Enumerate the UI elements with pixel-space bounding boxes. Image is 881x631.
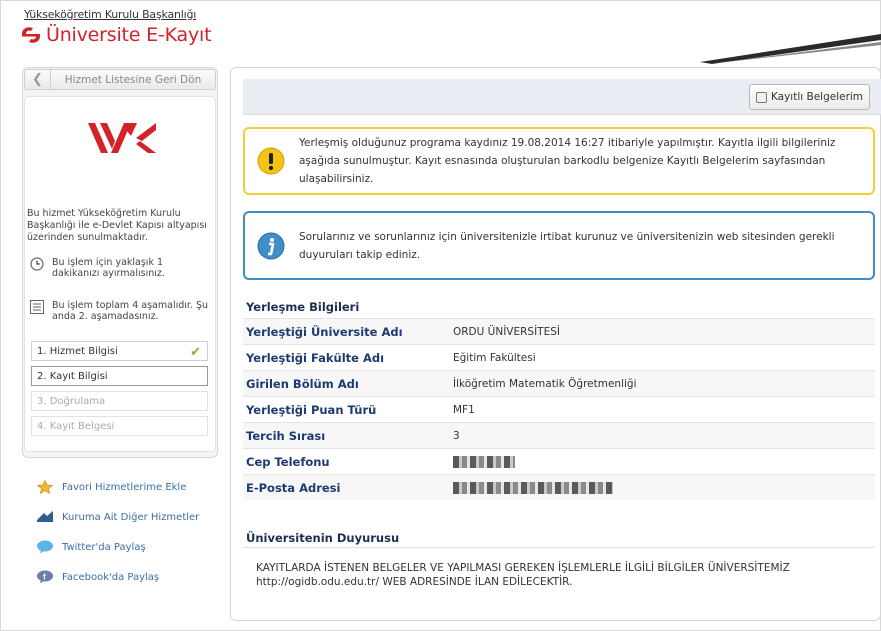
duration-info-text: Bu işlem için yaklaşık 1 dakikanızı ayır… xyxy=(52,257,165,279)
table-row: Yerleştiği Puan Türü MF1 xyxy=(243,396,875,422)
info-alert-text: Sorularınız ve sorunlarınız için ünivers… xyxy=(299,230,835,261)
row-label: Tercih Sırası xyxy=(246,428,326,443)
row-value: 3 xyxy=(453,429,460,442)
twitter-share-label: Twitter'da Paylaş xyxy=(62,541,146,553)
info-icon xyxy=(257,232,285,259)
yok-logo xyxy=(88,123,156,153)
facebook-share-link[interactable]: f Facebook'da Paylaş xyxy=(36,570,199,584)
app-title: Üniversite E-Kayıt xyxy=(46,24,212,46)
steps-info-text: Bu işlem toplam 4 aşamalıdır. Şu anda 2.… xyxy=(52,300,209,322)
row-label: Yerleştiği Üniversite Adı xyxy=(246,324,403,339)
steps-info: Bu işlem toplam 4 aşamalıdır. Şu anda 2.… xyxy=(30,300,210,322)
warning-alert-text: Yerleşmiş olduğunuz programa kaydınız 19… xyxy=(299,137,836,185)
row-value: İlköğretim Matematik Öğretmenliği xyxy=(453,377,637,390)
row-label: E-Posta Adresi xyxy=(246,480,341,495)
table-row: E-Posta Adresi xyxy=(243,474,875,500)
other-services-label: Kuruma Ait Diğer Hizmetler xyxy=(62,511,200,523)
back-button-label: Hizmet Listesine Geri Dön xyxy=(64,73,202,86)
star-icon xyxy=(36,480,54,494)
facebook-share-label: Facebook'da Paylaş xyxy=(62,571,160,583)
redacted-phone xyxy=(453,455,515,468)
info-alert: Sorularınız ve sorunlarınız için ünivers… xyxy=(243,211,875,280)
announcement-divider xyxy=(243,547,875,548)
table-row: Girilen Bölüm Adı İlköğretim Matematik Ö… xyxy=(243,370,875,396)
document-icon xyxy=(755,91,767,103)
row-label: Yerleştiği Puan Türü xyxy=(246,402,377,417)
list-icon xyxy=(30,300,44,314)
twitter-share-link[interactable]: Twitter'da Paylaş xyxy=(36,540,199,554)
duration-info: Bu işlem için yaklaşık 1 dakikanızı ayır… xyxy=(30,257,210,279)
announcement-text: KAYITLARDA İSTENEN BELGELER VE YAPILMASI… xyxy=(256,562,790,588)
placement-section-title: Yerleşme Bilgileri xyxy=(246,300,360,314)
arrow-icon xyxy=(37,511,53,522)
table-row: Cep Telefonu xyxy=(243,448,875,474)
svg-text:f: f xyxy=(43,573,46,582)
warning-alert: Yerleşmiş olduğunuz programa kaydınız 19… xyxy=(243,127,875,195)
table-row: Tercih Sırası 3 xyxy=(243,422,875,448)
step-kayit-bilgisi: 2. Kayıt Bilgisi xyxy=(31,366,208,386)
step-hizmet-bilgisi: 1. Hizmet Bilgisi ✔ xyxy=(31,341,208,361)
step-dogrulama: 3. Doğrulama xyxy=(31,391,208,411)
sidebar-links: Favori Hizmetlerime Ekle Kuruma Ait Diğe… xyxy=(36,480,199,600)
facebook-icon: f xyxy=(37,570,53,584)
redacted-email xyxy=(453,481,613,494)
saved-documents-button[interactable]: Kayıtlı Belgelerim xyxy=(749,84,870,110)
row-label: Cep Telefonu xyxy=(246,454,330,469)
service-description: Bu hizmet Yükseköğretim Kurulu Başkanlığ… xyxy=(27,208,207,243)
brand[interactable]: Üniversite E-Kayıt xyxy=(20,24,212,46)
row-label: Yerleştiği Fakülte Adı xyxy=(246,350,385,365)
step-label: 3. Doğrulama xyxy=(37,395,106,407)
chevron-left-icon: ❮ xyxy=(25,70,51,89)
saved-documents-label: Kayıtlı Belgelerim xyxy=(770,91,864,103)
warning-icon xyxy=(257,147,285,175)
clock-icon xyxy=(30,257,44,271)
back-to-services-button[interactable]: ❮ Hizmet Listesine Geri Dön xyxy=(24,69,216,90)
table-row: Yerleştiği Fakülte Adı Eğitim Fakültesi xyxy=(243,344,875,370)
add-favorite-link[interactable]: Favori Hizmetlerime Ekle xyxy=(36,480,199,494)
twitter-icon xyxy=(37,540,53,554)
step-label: 2. Kayıt Bilgisi xyxy=(37,370,108,382)
other-services-link[interactable]: Kuruma Ait Diğer Hizmetler xyxy=(36,510,199,524)
edevlet-logo-icon xyxy=(22,27,40,43)
placement-table: Yerleştiği Üniversite Adı ORDU ÜNİVERSİT… xyxy=(243,318,875,500)
check-icon: ✔ xyxy=(190,345,201,360)
add-favorite-label: Favori Hizmetlerime Ekle xyxy=(62,481,187,493)
table-row: Yerleştiği Üniversite Adı ORDU ÜNİVERSİT… xyxy=(243,318,875,344)
ministry-link[interactable]: Yükseköğretim Kurulu Başkanlığı xyxy=(24,8,196,21)
progress-steps: 1. Hizmet Bilgisi ✔ 2. Kayıt Bilgisi 3. … xyxy=(31,341,208,441)
row-value: Eğitim Fakültesi xyxy=(453,351,536,364)
row-value: ORDU ÜNİVERSİTESİ xyxy=(453,325,560,338)
step-label: 1. Hizmet Bilgisi xyxy=(37,345,118,357)
row-value: MF1 xyxy=(453,403,475,416)
step-kayit-belgesi: 4. Kayıt Belgesi xyxy=(31,416,208,436)
row-label: Girilen Bölüm Adı xyxy=(246,376,359,391)
announcement-title: Üniversitenin Duyurusu xyxy=(246,531,400,545)
header-decoration xyxy=(700,34,881,64)
step-label: 4. Kayıt Belgesi xyxy=(37,420,115,432)
